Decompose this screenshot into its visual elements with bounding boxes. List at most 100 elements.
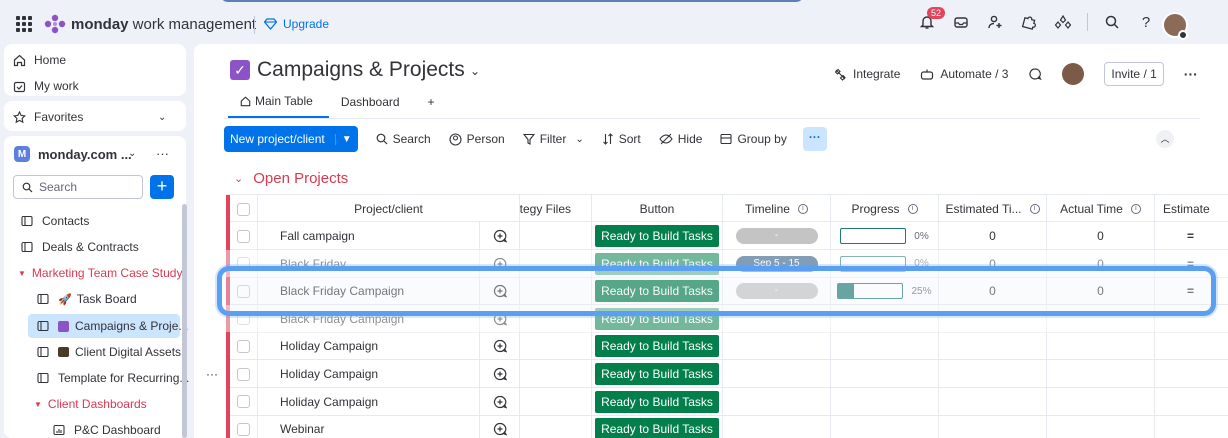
estimated-time-cell[interactable] <box>939 332 1047 361</box>
help-icon[interactable]: ? <box>1136 12 1156 32</box>
chevron-down-icon[interactable]: ⌄ <box>470 64 480 78</box>
new-project-button[interactable]: New project/client ▼ <box>224 126 358 152</box>
timeline-cell[interactable] <box>723 415 831 438</box>
sidebar-search-input[interactable]: Search <box>13 175 143 199</box>
sidebar-item-campaigns[interactable]: Campaigns & Proje... <box>36 319 188 333</box>
files-cell[interactable] <box>520 387 592 416</box>
workspace-chevron-down-icon[interactable]: ⌄ <box>128 148 136 159</box>
column-header-progress[interactable]: Progress i <box>831 195 939 223</box>
ready-to-build-button[interactable]: Ready to Build Tasks <box>595 335 719 358</box>
column-header-files[interactable]: ategy Files <box>520 195 592 223</box>
tab-dashboard[interactable]: Dashboard <box>329 94 416 118</box>
row-checkbox[interactable] <box>237 367 250 381</box>
table-row[interactable]: Holiday Campaign Ready to Build Tasks <box>226 332 1228 361</box>
upgrade-link[interactable]: Upgrade <box>264 17 329 31</box>
group-by-button[interactable]: Group by <box>720 132 787 146</box>
column-header-project[interactable]: Project/client <box>258 195 520 223</box>
app-grid-icon[interactable] <box>16 16 32 32</box>
row-checkbox[interactable] <box>237 339 250 353</box>
chevron-down-icon[interactable]: ⌄ <box>234 172 243 185</box>
actual-time-cell[interactable] <box>1047 360 1155 388</box>
board-title[interactable]: Campaigns & Projects <box>257 58 465 82</box>
toolbar-more-button[interactable]: ··· <box>802 127 827 151</box>
sidebar-item-client-assets[interactable]: Client Digital Assets <box>36 345 181 359</box>
tab-main-table[interactable]: Main Table <box>228 94 329 118</box>
sidebar-item-deals[interactable]: Deals & Contracts <box>20 240 139 254</box>
item-name[interactable]: Webinar <box>258 415 480 438</box>
ready-to-build-button[interactable]: Ready to Build Tasks <box>595 418 719 438</box>
estimate-cell[interactable] <box>1155 388 1228 416</box>
column-header-timeline[interactable]: Timeline i <box>723 195 831 223</box>
sidebar-scrollbar[interactable] <box>182 204 187 438</box>
estimate-cell[interactable]: = <box>1155 222 1228 250</box>
marketplace-icon[interactable] <box>1053 12 1073 32</box>
row-checkbox[interactable] <box>237 422 250 436</box>
search-icon[interactable] <box>1102 12 1122 32</box>
integrate-button[interactable]: Integrate <box>834 67 900 81</box>
notifications-bell-icon[interactable]: 52 <box>917 7 946 32</box>
timeline-cell[interactable]: - <box>723 222 831 250</box>
actual-time-cell[interactable] <box>1047 332 1155 361</box>
files-cell[interactable] <box>520 415 592 438</box>
add-update-icon[interactable] <box>493 422 507 436</box>
column-header-estimated[interactable]: Estimated Ti... i <box>939 195 1047 223</box>
sidebar-item-template[interactable]: Template for Recurring... <box>36 371 189 385</box>
ready-to-build-button[interactable]: Ready to Build Tasks <box>595 390 719 413</box>
row-checkbox[interactable] <box>237 229 250 243</box>
info-icon[interactable]: i <box>1029 204 1040 214</box>
select-all-checkbox[interactable] <box>237 202 250 216</box>
column-header-estimate-cut[interactable]: Estimate <box>1155 195 1228 223</box>
table-row[interactable]: Webinar Ready to Build Tasks <box>226 415 1228 438</box>
add-update-icon[interactable] <box>493 367 507 381</box>
timeline-cell[interactable] <box>723 387 831 416</box>
sidebar-favorites[interactable]: Favorites <box>12 110 83 124</box>
sidebar-item-task-board[interactable]: 🚀 Task Board <box>36 292 137 306</box>
estimated-time-cell[interactable] <box>939 415 1047 438</box>
table-row[interactable]: Fall campaign Ready to Build Tasks - 0% 0 0 = <box>226 222 1228 250</box>
ready-to-build-button[interactable]: Ready to Build Tasks <box>595 363 719 385</box>
search-button[interactable]: Search <box>376 132 431 146</box>
column-header-button[interactable]: Button <box>592 195 723 223</box>
info-icon[interactable]: i <box>797 204 808 214</box>
board-member-avatar[interactable] <box>1062 63 1085 85</box>
sidebar-folder-client-dashboards[interactable]: ▼ Client Dashboards <box>34 397 147 411</box>
group-header[interactable]: ⌄ Open Projects <box>234 170 348 187</box>
estimated-time-cell[interactable]: 0 <box>939 222 1047 250</box>
estimate-cell[interactable] <box>1155 332 1228 360</box>
add-update-icon[interactable] <box>493 229 507 243</box>
comments-icon[interactable] <box>1028 67 1043 81</box>
files-cell[interactable] <box>520 222 592 250</box>
column-header-actual[interactable]: Actual Time i <box>1047 195 1155 223</box>
sidebar-item-contacts[interactable]: Contacts <box>20 214 89 228</box>
sidebar-item-home[interactable]: Home <box>12 53 66 67</box>
item-name[interactable]: Holiday Campaign <box>258 332 480 361</box>
chevron-down-icon[interactable]: ▼ <box>334 133 352 145</box>
item-name[interactable]: Holiday Campaign <box>258 360 480 388</box>
table-row[interactable]: Holiday Campaign Ready to Build Tasks <box>226 360 1228 388</box>
info-icon[interactable]: i <box>1130 204 1141 214</box>
board-more-icon[interactable]: ··· <box>1184 66 1198 82</box>
row-checkbox[interactable] <box>237 395 250 409</box>
collapse-header-icon[interactable]: ︿ <box>1156 130 1174 148</box>
sort-button[interactable]: Sort <box>602 132 641 146</box>
sidebar-folder-marketing[interactable]: ▼ Marketing Team Case Study <box>18 266 182 280</box>
row-more-icon[interactable]: ··· <box>206 367 218 381</box>
item-name[interactable]: Fall campaign <box>258 222 480 250</box>
add-view-button[interactable]: + <box>416 94 451 118</box>
table-row[interactable]: Holiday Campaign Ready to Build Tasks <box>226 387 1228 416</box>
estimated-time-cell[interactable] <box>939 360 1047 388</box>
add-item-button[interactable]: + <box>150 175 174 199</box>
workspace-more-icon[interactable]: ··· <box>156 146 169 161</box>
timeline-cell[interactable] <box>723 360 831 388</box>
inbox-icon[interactable] <box>951 12 971 32</box>
sidebar-item-pc-dashboard[interactable]: P&C Dashboard <box>52 423 161 437</box>
invite-members-icon[interactable] <box>985 12 1005 32</box>
chevron-down-icon[interactable]: ⌄ <box>575 134 583 145</box>
estimate-cell[interactable] <box>1155 360 1228 388</box>
add-update-icon[interactable] <box>493 339 507 353</box>
timeline-pill[interactable]: - <box>735 228 818 244</box>
info-icon[interactable]: i <box>907 204 918 214</box>
estimated-time-cell[interactable] <box>939 387 1047 416</box>
apps-puzzle-icon[interactable] <box>1019 12 1039 32</box>
actual-time-cell[interactable]: 0 <box>1047 222 1155 250</box>
